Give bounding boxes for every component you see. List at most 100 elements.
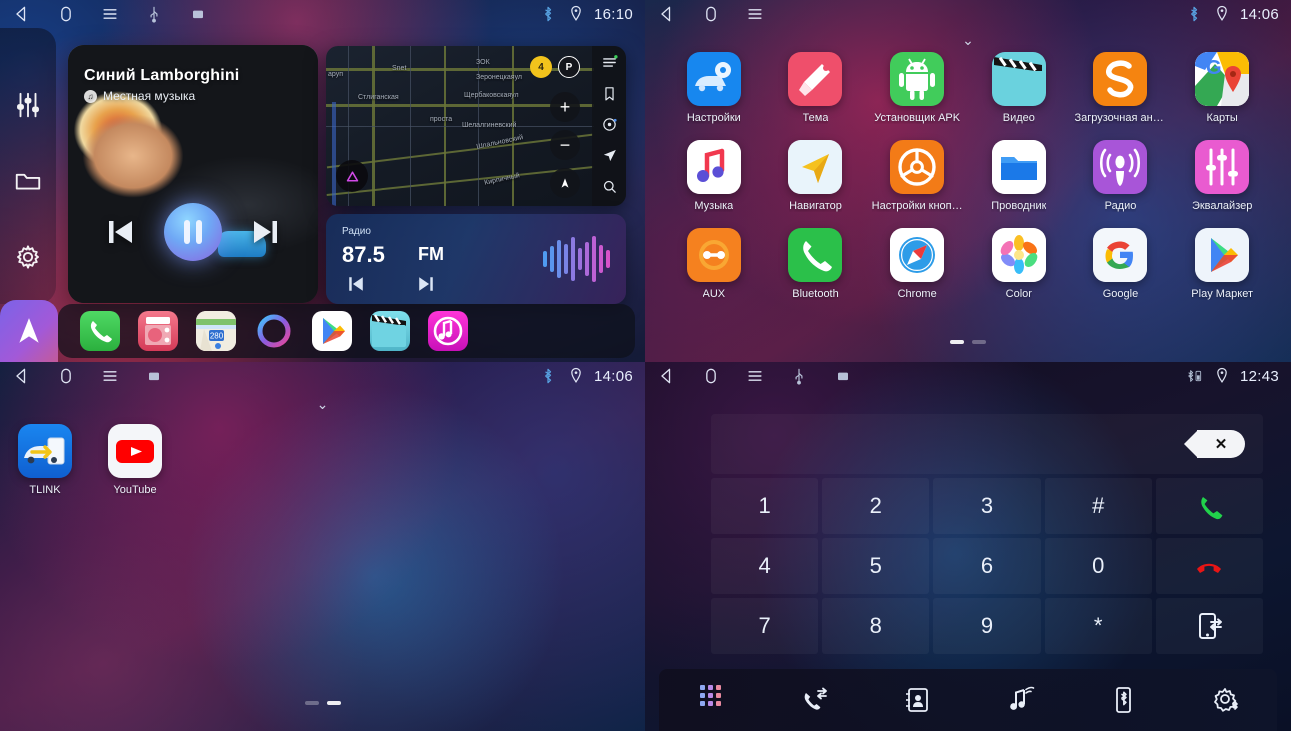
page-dot[interactable] (304, 701, 319, 705)
bt-music-icon[interactable] (1005, 685, 1035, 715)
app-tile[interactable]: Навигатор (765, 140, 867, 212)
call-log-icon[interactable] (799, 685, 829, 715)
key-1[interactable]: 1 (711, 478, 819, 534)
keypad-grid-icon[interactable] (696, 685, 726, 715)
home-icon[interactable] (701, 366, 721, 386)
map-widget[interactable]: аруп ЗОК Зеронецкаяул Щербаковскаяул Стл… (326, 46, 626, 206)
bookmark-icon[interactable] (601, 85, 618, 102)
play-pause-button[interactable] (164, 203, 222, 261)
media-player-card[interactable]: Синий Lamborghini ♫ Местная музыка (68, 45, 318, 303)
app-youtube[interactable]: YouTube (108, 424, 162, 496)
previous-track-icon[interactable] (106, 219, 136, 245)
app-icon-grid: Настройки Тема Установщик APK Видео Загрузоч… (645, 52, 1291, 300)
back-icon[interactable] (657, 4, 677, 24)
navigation-tile[interactable] (0, 300, 58, 362)
dock-music-icon[interactable] (428, 311, 468, 351)
app-label: TLINK (29, 484, 61, 496)
backspace-icon[interactable]: ✕ (1184, 430, 1245, 458)
menu-icon[interactable] (601, 54, 618, 71)
menu-icon[interactable] (745, 366, 765, 386)
radio-prev-icon[interactable] (346, 276, 366, 292)
menu-icon[interactable] (100, 366, 120, 386)
radio-next-icon[interactable] (416, 276, 436, 292)
tlink-icon (18, 424, 72, 478)
map-zoom-in-button[interactable]: + (550, 92, 580, 122)
key-0[interactable]: 0 (1044, 538, 1152, 594)
menu-icon[interactable] (745, 4, 765, 24)
home-icon[interactable] (56, 366, 76, 386)
bt-settings-icon[interactable] (1211, 685, 1241, 715)
map-compass-button[interactable] (550, 168, 580, 198)
app-tile[interactable]: Google (1070, 228, 1172, 300)
app-tile[interactable]: G Карты (1171, 52, 1273, 124)
app-tile[interactable]: Музыка (663, 140, 765, 212)
app-tile[interactable]: Настройки кноп… (866, 140, 968, 212)
app-tile[interactable]: Color (968, 228, 1070, 300)
map-zoom-out-button[interactable]: − (550, 130, 580, 160)
key-2[interactable]: 2 (822, 478, 930, 534)
play-store-icon (1195, 228, 1250, 282)
left-sidebar-media-home (0, 28, 56, 304)
locate-icon[interactable] (601, 147, 618, 164)
app-tile[interactable]: Тема (765, 52, 867, 124)
search-icon[interactable] (601, 178, 618, 195)
key-4[interactable]: 4 (711, 538, 819, 594)
gear-icon[interactable] (13, 242, 43, 272)
back-icon[interactable] (12, 4, 32, 24)
app-tile[interactable]: Bluetooth (765, 228, 867, 300)
app-label: Chrome (897, 288, 937, 300)
phone-number-input[interactable]: ✕ (711, 414, 1263, 474)
app-tile[interactable]: AUX (663, 228, 765, 300)
app-label: Тема (802, 112, 829, 124)
menu-icon[interactable] (100, 4, 120, 24)
home-icon[interactable] (701, 4, 721, 24)
key-6[interactable]: 6 (933, 538, 1041, 594)
app-tile[interactable]: Загрузочная ани… (1070, 52, 1172, 124)
app-tile[interactable]: Play Маркет (1171, 228, 1273, 300)
key-3[interactable]: 3 (933, 478, 1041, 534)
app-tlink[interactable]: TLINK (18, 424, 72, 496)
page-dot[interactable] (326, 701, 341, 705)
sliders-icon[interactable] (13, 90, 43, 120)
key-star[interactable]: * (1044, 598, 1152, 654)
app-tile[interactable]: Видео (968, 52, 1070, 124)
app-tile[interactable]: Установщик APK (866, 52, 968, 124)
dock-siri-icon[interactable] (254, 311, 294, 351)
key-8[interactable]: 8 (822, 598, 930, 654)
app-tile[interactable]: Эквалайзер (1171, 140, 1273, 212)
key-hash[interactable]: # (1044, 478, 1152, 534)
pull-down-chevron-icon[interactable]: ⌄ (645, 32, 1291, 49)
music-disc-icon[interactable] (601, 116, 618, 133)
app-tile[interactable]: Проводник (968, 140, 1070, 212)
transfer-button[interactable] (1155, 598, 1263, 654)
pause-bar-left (184, 220, 190, 244)
call-button[interactable] (1155, 478, 1263, 534)
app-tile[interactable]: Настройки (663, 52, 765, 124)
key-7[interactable]: 7 (711, 598, 819, 654)
map-label: Щербаковскаяул (464, 92, 519, 99)
dock-maps-icon[interactable]: 280 (196, 311, 236, 351)
contacts-book-icon[interactable] (902, 685, 932, 715)
end-call-button[interactable] (1155, 538, 1263, 594)
key-5[interactable]: 5 (822, 538, 930, 594)
pull-down-chevron-icon[interactable]: ⌄ (0, 396, 645, 413)
dock-radio-icon[interactable] (138, 311, 178, 351)
parking-badge[interactable]: P (558, 56, 580, 78)
dock-play-store-icon[interactable] (312, 311, 352, 351)
traffic-badge[interactable]: 4 (530, 56, 552, 78)
next-track-icon[interactable] (250, 219, 280, 245)
back-icon[interactable] (657, 366, 677, 386)
page-dot[interactable] (972, 340, 986, 344)
dock-phone-icon[interactable] (80, 311, 120, 351)
back-icon[interactable] (12, 366, 32, 386)
usb-icon (144, 4, 164, 24)
app-tile[interactable]: Радио (1070, 140, 1172, 212)
key-9[interactable]: 9 (933, 598, 1041, 654)
page-dot[interactable] (950, 340, 964, 344)
dock-video-icon[interactable] (370, 311, 410, 351)
app-tile[interactable]: Chrome (866, 228, 968, 300)
bt-device-icon[interactable] (1108, 685, 1138, 715)
radio-widget[interactable]: Радио 87.5 FM (326, 214, 626, 304)
home-icon[interactable] (56, 4, 76, 24)
folder-icon[interactable] (13, 166, 43, 196)
